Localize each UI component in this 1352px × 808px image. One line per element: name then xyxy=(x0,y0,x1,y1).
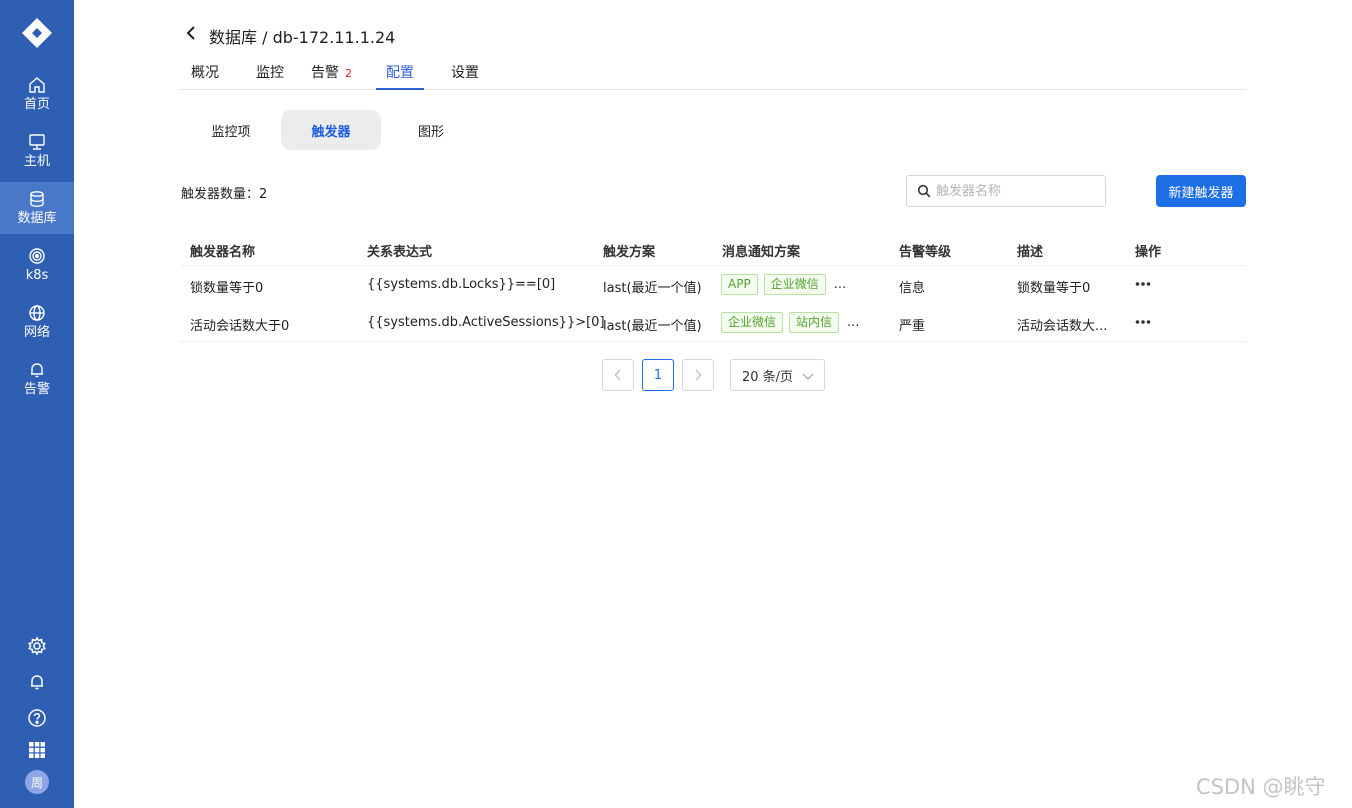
sidebar-item-label: 首页 xyxy=(23,97,50,112)
chevron-left-icon xyxy=(614,369,621,381)
search-icon xyxy=(917,184,931,198)
page-size-value: 20 条/页 xyxy=(742,369,794,385)
help-button[interactable] xyxy=(0,708,74,728)
sidebar-item-k8s[interactable]: k8s xyxy=(0,239,74,291)
column-header: 触发器名称 xyxy=(190,245,256,260)
bell-icon xyxy=(31,675,43,690)
trigger-description: 锁数量等于0 xyxy=(1017,281,1091,296)
notify-tag: APP xyxy=(721,274,758,295)
trigger-table: 触发器名称 关系表达式 触发方案 消息通知方案 告警等级 描述 操作 锁数量等于… xyxy=(181,232,1246,342)
apps-button[interactable] xyxy=(0,740,74,760)
trigger-name: 活动会话数大于0 xyxy=(190,319,290,334)
sidebar-item-label: 告警 xyxy=(23,382,50,397)
page-title: 数据库 / db-172.11.1.24 xyxy=(209,28,396,47)
avatar[interactable]: 周 xyxy=(25,770,49,794)
search-input[interactable] xyxy=(936,183,1096,199)
sidebar-item-label: 数据库 xyxy=(17,211,57,226)
notify-more[interactable]: ... xyxy=(847,315,859,330)
column-header: 告警等级 xyxy=(899,245,952,260)
notify-tags: 企业微信 站内信... xyxy=(721,312,859,333)
sidebar-item-label: 网络 xyxy=(23,325,50,340)
sidebar-item-alert[interactable]: 告警 xyxy=(0,353,74,405)
sidebar-item-network[interactable]: 网络 xyxy=(0,296,74,348)
trigger-count-label: 触发器数量：2 xyxy=(181,187,268,202)
search-box[interactable] xyxy=(906,175,1106,207)
notifications-button[interactable] xyxy=(0,672,74,692)
apps-grid-icon xyxy=(29,742,45,758)
watermark: CSDN @眺守 xyxy=(1196,775,1326,799)
app-logo-icon[interactable] xyxy=(20,16,54,50)
subtab-triggers[interactable]: 触发器 xyxy=(281,110,381,150)
table-header: 触发器名称 关系表达式 触发方案 消息通知方案 告警等级 描述 操作 xyxy=(181,232,1246,266)
column-header: 关系表达式 xyxy=(367,245,433,260)
help-icon xyxy=(28,709,46,727)
subtab-graphs[interactable]: 图形 xyxy=(381,110,481,150)
back-arrow-icon[interactable] xyxy=(184,24,198,42)
notify-tag: 企业微信 xyxy=(721,312,784,333)
prev-page-button[interactable] xyxy=(602,359,634,391)
column-header: 消息通知方案 xyxy=(722,245,801,260)
bell-icon xyxy=(31,363,43,378)
chevron-down-icon xyxy=(802,373,814,380)
more-actions-icon[interactable] xyxy=(1135,316,1151,328)
monitor-icon xyxy=(29,134,45,150)
notify-tags: APP 企业微信... xyxy=(721,274,846,295)
column-header: 触发方案 xyxy=(603,245,656,260)
alert-level: 信息 xyxy=(899,281,926,296)
sidebar-item-database[interactable]: 数据库 xyxy=(0,182,74,234)
trigger-scheme: last(最近一个值) xyxy=(603,319,702,334)
database-icon xyxy=(30,191,44,208)
new-trigger-button[interactable]: 新建触发器 xyxy=(1156,175,1246,207)
subtab-monitor-items[interactable]: 监控项 xyxy=(181,110,281,150)
more-actions-icon[interactable] xyxy=(1135,278,1151,290)
tab-monitor[interactable]: 监控 xyxy=(256,62,284,90)
table-row[interactable]: 锁数量等于0 {{systems.db.Locks}}==[0] last(最近… xyxy=(181,266,1246,304)
trigger-description: 活动会话数大... xyxy=(1017,319,1108,334)
sidebar-item-label: 主机 xyxy=(23,154,50,169)
chevron-right-icon xyxy=(695,369,702,381)
column-header: 描述 xyxy=(1017,245,1044,260)
main-tabs: 概况 监控 告警 2 配置 设置 xyxy=(180,58,1246,90)
trigger-name: 锁数量等于0 xyxy=(190,281,264,296)
tab-config[interactable]: 配置 xyxy=(376,62,424,90)
tab-alert[interactable]: 告警 2 xyxy=(311,62,352,90)
sidebar-item-host[interactable]: 主机 xyxy=(0,125,74,177)
home-icon xyxy=(29,77,45,93)
trigger-expression: {{systems.db.ActiveSessions}}>[0] xyxy=(367,315,605,330)
sidebar-item-label: k8s xyxy=(25,268,49,283)
alert-level: 严重 xyxy=(899,319,926,334)
page-size-select[interactable]: 20 条/页 xyxy=(730,359,825,391)
notify-tag: 站内信 xyxy=(789,312,840,333)
gear-icon xyxy=(28,636,46,656)
k8s-icon xyxy=(29,248,45,264)
globe-icon xyxy=(29,305,45,321)
settings-button[interactable] xyxy=(0,636,74,656)
notify-more[interactable]: ... xyxy=(834,277,846,292)
trigger-expression: {{systems.db.Locks}}==[0] xyxy=(367,277,556,292)
page-number-button[interactable]: 1 xyxy=(642,359,674,391)
tab-alert-label: 告警 xyxy=(311,65,339,81)
alert-count-badge: 2 xyxy=(345,67,352,80)
sidebar-item-home[interactable]: 首页 xyxy=(0,68,74,120)
sidebar: 首页 主机 数据库 k8s 网络 告警 周 xyxy=(0,0,74,808)
trigger-scheme: last(最近一个值) xyxy=(603,281,702,296)
column-header: 操作 xyxy=(1135,245,1162,260)
notify-tag: 企业微信 xyxy=(763,274,826,295)
table-row[interactable]: 活动会话数大于0 {{systems.db.ActiveSessions}}>[… xyxy=(181,304,1246,342)
tab-overview[interactable]: 概况 xyxy=(191,62,219,90)
next-page-button[interactable] xyxy=(682,359,714,391)
tab-settings[interactable]: 设置 xyxy=(451,62,479,90)
